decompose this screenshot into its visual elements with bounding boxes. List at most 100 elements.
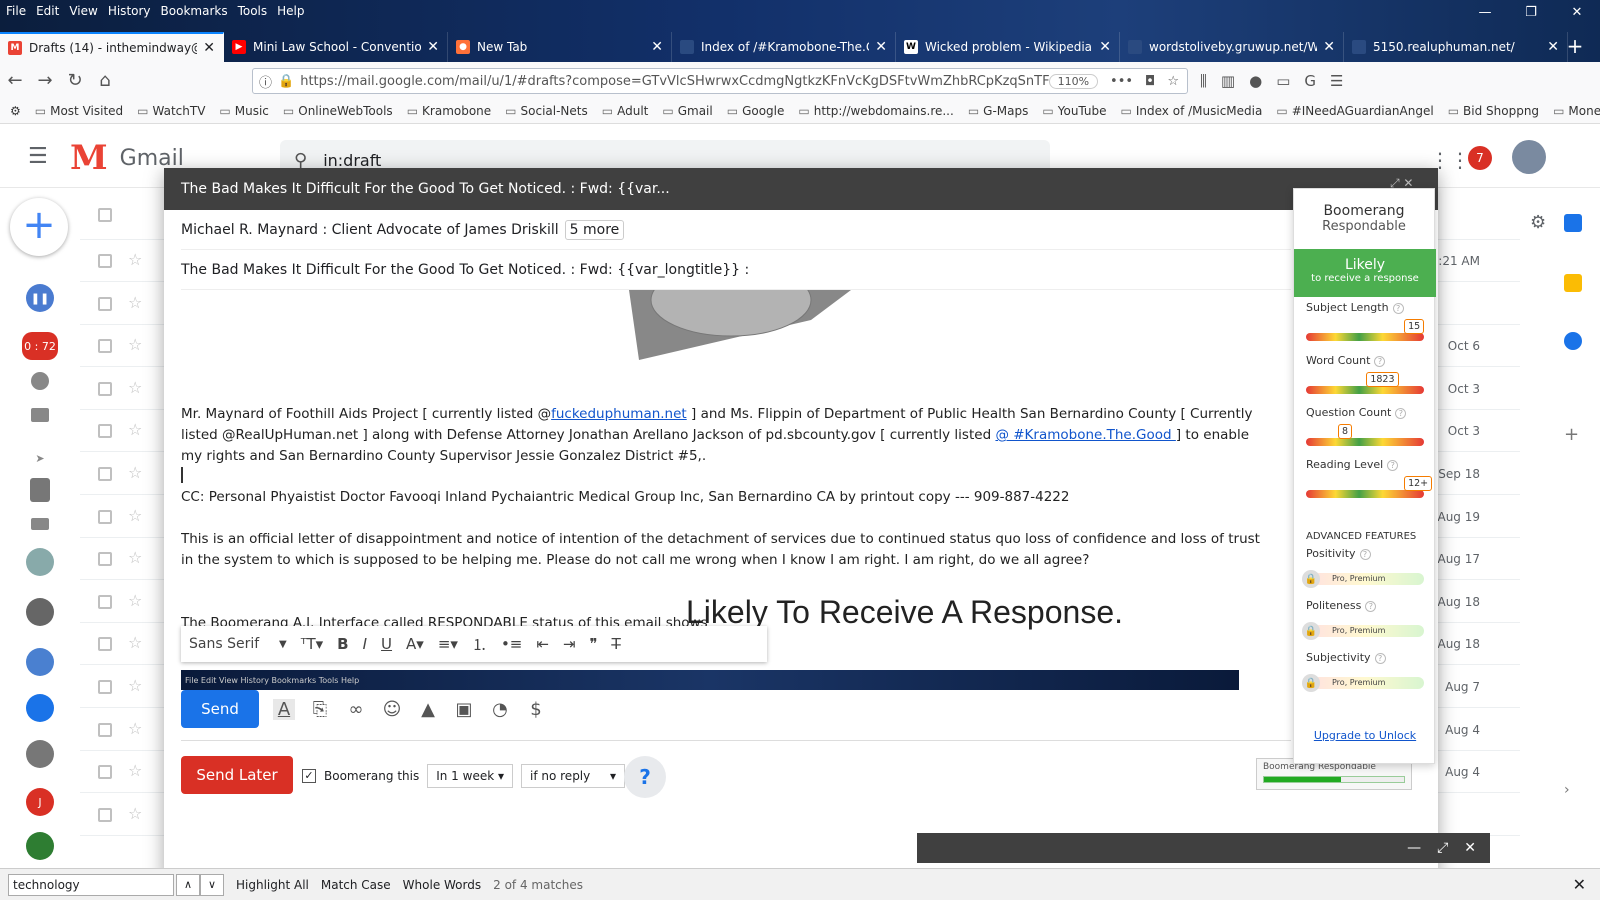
pause-inbox-icon[interactable]: ❚❚ xyxy=(26,284,54,312)
bookmark-0[interactable]: Most Visited xyxy=(35,104,123,118)
home-icon[interactable]: ⌂ xyxy=(90,70,120,91)
hamburger-icon[interactable]: ☰ xyxy=(28,144,48,169)
star-icon[interactable]: ☆ xyxy=(128,676,142,695)
star-icon[interactable]: ☆ xyxy=(128,378,142,397)
contact-green-icon[interactable] xyxy=(26,832,54,860)
star-icon[interactable]: ☆ xyxy=(128,293,142,312)
extension-icon[interactable]: ● xyxy=(1249,72,1262,90)
tag-icon[interactable] xyxy=(31,518,49,530)
boomerang-help-icon[interactable]: ? xyxy=(624,756,666,798)
expand-compose-icon[interactable]: ⤢ xyxy=(1437,840,1448,856)
italic-icon[interactable]: I xyxy=(363,635,367,653)
compose-header[interactable]: The Bad Makes It Difficult For the Good … xyxy=(164,168,1438,210)
sms-icon[interactable] xyxy=(26,694,54,722)
bulleted-list-icon[interactable]: •≡ xyxy=(501,635,522,653)
link-icon[interactable]: ∞ xyxy=(345,699,367,720)
row-checkbox[interactable] xyxy=(98,680,112,694)
boomerang-checkbox[interactable]: ✓ xyxy=(302,769,316,783)
tab-2[interactable]: ● New Tab ✕ xyxy=(448,32,672,62)
star-icon[interactable]: ☆ xyxy=(128,335,142,354)
help-icon[interactable]: ? xyxy=(1359,549,1371,560)
clock-icon[interactable] xyxy=(31,372,49,390)
font-family-select[interactable]: Sans Serif xyxy=(189,636,279,652)
numbered-list-icon[interactable]: ⒈ xyxy=(472,634,487,655)
compose-button[interactable]: + xyxy=(10,198,68,256)
row-checkbox[interactable] xyxy=(98,509,112,524)
bold-icon[interactable]: B xyxy=(337,635,348,653)
row-checkbox[interactable] xyxy=(98,807,112,822)
lock-icon[interactable]: 🔒 xyxy=(1302,674,1320,692)
row-checkbox[interactable] xyxy=(98,254,112,268)
lock-icon[interactable]: 🔒 xyxy=(1302,622,1320,640)
help-icon[interactable]: ? xyxy=(1365,601,1377,612)
contact-j-icon[interactable]: J xyxy=(26,788,54,816)
settings-gear-icon[interactable]: ⚙ xyxy=(10,104,21,118)
menu-tools[interactable]: Tools xyxy=(238,4,268,18)
close-window-icon[interactable]: ✕ xyxy=(1554,0,1600,26)
label-icon[interactable] xyxy=(31,408,49,422)
menu-view[interactable]: View xyxy=(69,4,97,18)
expand-panel-icon[interactable]: › xyxy=(1564,782,1570,798)
bookmark-4[interactable]: Kramobone xyxy=(407,104,491,118)
star-icon[interactable]: ☆ xyxy=(128,548,142,567)
tab-close-icon[interactable]: ✕ xyxy=(1323,39,1335,55)
minimize-icon[interactable]: — xyxy=(1462,0,1508,26)
info-icon[interactable]: ⓘ xyxy=(259,72,272,91)
settings-gear-icon[interactable]: ⚙ xyxy=(1530,212,1546,233)
bookmark-7[interactable]: Gmail xyxy=(662,104,713,118)
tab-1[interactable]: ▶ Mini Law School - Convention ✕ xyxy=(224,32,448,62)
lock-icon[interactable]: 🔒 xyxy=(1302,570,1320,588)
tab-close-icon[interactable]: ✕ xyxy=(1099,39,1111,55)
tasks-icon[interactable] xyxy=(1564,332,1582,350)
link-fuckeduphuman[interactable]: fuckeduphuman.net xyxy=(551,406,687,422)
remove-format-icon[interactable]: T̶ xyxy=(612,635,621,653)
dollar-icon[interactable]: $ xyxy=(525,699,547,720)
drafts-icon[interactable] xyxy=(30,478,50,502)
match-case-toggle[interactable]: Match Case xyxy=(321,878,391,892)
row-checkbox[interactable] xyxy=(98,467,112,481)
star-icon[interactable]: ☆ xyxy=(128,761,142,780)
attach-icon[interactable]: ⎘ xyxy=(309,699,331,720)
bookmark-10[interactable]: G-Maps xyxy=(968,104,1028,118)
select-all-checkbox[interactable] xyxy=(98,208,112,222)
minimize-compose-icon[interactable]: — xyxy=(1407,840,1421,856)
bookmark-9[interactable]: http://webdomains.re... xyxy=(798,104,954,118)
underline-icon[interactable]: U xyxy=(381,635,392,653)
back-icon[interactable]: ← xyxy=(0,70,30,91)
indent-more-icon[interactable]: ⇥ xyxy=(563,635,576,653)
library-icon[interactable]: ⫼ xyxy=(1200,72,1207,90)
drive-icon[interactable]: ▲ xyxy=(417,699,439,720)
bookmark-1[interactable]: WatchTV xyxy=(137,104,206,118)
tab-close-icon[interactable]: ✕ xyxy=(1547,39,1559,55)
bookmark-11[interactable]: YouTube xyxy=(1042,104,1107,118)
row-checkbox[interactable] xyxy=(98,296,112,311)
tab-4[interactable]: W Wicked problem - Wikipedia ✕ xyxy=(896,32,1120,62)
menu-file[interactable]: File xyxy=(6,4,26,18)
minimized-compose[interactable]: — ⤢ ✕ xyxy=(917,833,1490,863)
tab-close-icon[interactable]: ✕ xyxy=(875,39,887,55)
help-icon[interactable]: ? xyxy=(1395,408,1407,419)
row-checkbox[interactable] xyxy=(98,424,112,439)
bookmark-8[interactable]: Google xyxy=(727,104,784,118)
tab-0[interactable]: M Drafts (14) - inthemindway@gm ✕ xyxy=(0,32,224,62)
help-icon[interactable]: ? xyxy=(1374,356,1386,367)
menu-icon[interactable]: ☰ xyxy=(1330,72,1343,90)
bookmark-5[interactable]: Social-Nets xyxy=(505,104,588,118)
row-checkbox[interactable] xyxy=(98,552,112,567)
person-icon[interactable] xyxy=(26,648,54,676)
star-icon[interactable]: ☆ xyxy=(128,633,142,652)
align-icon[interactable]: ≡▾ xyxy=(438,635,458,653)
boomerang-when-select[interactable]: In 1 week ▾ xyxy=(427,764,513,788)
bookmark-15[interactable]: Money xyxy=(1553,104,1600,118)
tab-close-icon[interactable]: ✕ xyxy=(651,39,663,55)
screen-icon[interactable]: ▭ xyxy=(1276,72,1290,90)
recipients-field[interactable]: Michael R. Maynard : Client Advocate of … xyxy=(181,210,1291,250)
pocket-icon[interactable]: ◘ xyxy=(1145,74,1155,89)
grammarly-icon[interactable]: G xyxy=(1304,72,1316,90)
bookmark-6[interactable]: Adult xyxy=(602,104,648,118)
sent-icon[interactable]: ➤ xyxy=(26,444,54,472)
indent-less-icon[interactable]: ⇤ xyxy=(536,635,549,653)
star-icon[interactable]: ☆ xyxy=(128,719,142,738)
boomerang-condition-select[interactable]: if no reply ▾ xyxy=(521,764,625,788)
search-input[interactable]: in:draft xyxy=(323,151,381,170)
